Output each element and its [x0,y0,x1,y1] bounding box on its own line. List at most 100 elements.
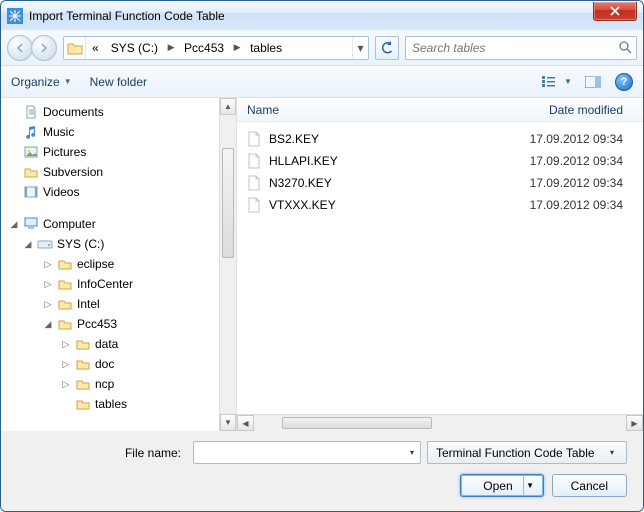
folder-icon [75,396,91,412]
file-row[interactable]: VTXXX.KEY 17.09.2012 09:34 [237,194,643,216]
scroll-down-button[interactable]: ▼ [220,414,236,431]
scroll-left-button[interactable]: ◀ [237,415,254,431]
chevron-down-icon[interactable]: ▾ [404,448,420,457]
tree-item-intel[interactable]: ▷Intel [1,294,236,314]
file-rows[interactable]: BS2.KEY 17.09.2012 09:34 HLLAPI.KEY 17.0… [237,122,643,414]
computer-icon [23,216,39,232]
tree-item-ncp[interactable]: ▷ncp [1,374,236,394]
expand-icon[interactable]: ▷ [43,299,53,310]
file-list: Name Date modified BS2.KEY 17.09.2012 09… [237,98,643,431]
breadcrumb-prefix[interactable]: « [86,41,105,55]
expand-icon[interactable]: ◢ [23,239,33,250]
title-bar[interactable]: Import Terminal Function Code Table [1,1,643,30]
music-icon [23,124,39,140]
expand-icon[interactable]: ◢ [43,319,53,330]
footer: File name: ▾ Terminal Function Code Tabl… [1,431,643,511]
nav-forward-button[interactable] [31,35,57,61]
expand-icon[interactable]: ▷ [61,339,71,350]
body: Documents Music Pictures Subversion Vide… [1,98,643,431]
file-icon [247,197,263,213]
organize-menu[interactable]: Organize▼ [11,75,72,89]
breadcrumb-seg-tables[interactable]: tables [244,41,288,55]
tree-item-drive-sys[interactable]: ◢SYS (C:) [1,234,236,254]
folder-icon [75,336,91,352]
breadcrumb-seg-sys[interactable]: SYS (C:) [105,41,164,55]
tree-item-pcc453[interactable]: ◢Pcc453 [1,314,236,334]
search-input[interactable] [410,40,615,56]
drive-icon [37,236,53,252]
open-split-dropdown[interactable]: ▼ [523,475,537,496]
tree-item-data[interactable]: ▷data [1,334,236,354]
tree-item-infocenter[interactable]: ▷InfoCenter [1,274,236,294]
scroll-thumb[interactable] [282,417,432,429]
folder-icon [57,296,73,312]
tree-item-pictures[interactable]: Pictures [1,142,236,162]
tree-item-documents[interactable]: Documents [1,102,236,122]
tree-item-subversion[interactable]: Subversion [1,162,236,182]
preview-pane-button[interactable] [579,71,607,93]
file-row[interactable]: N3270.KEY 17.09.2012 09:34 [237,172,643,194]
view-mode-button[interactable]: ▼ [537,71,577,93]
file-row[interactable]: BS2.KEY 17.09.2012 09:34 [237,128,643,150]
tree-item-tables[interactable]: ▷tables [1,394,236,414]
nav-tree[interactable]: Documents Music Pictures Subversion Vide… [1,98,237,431]
tree-scrollbar[interactable]: ▲ ▼ [219,98,236,431]
tree-item-eclipse[interactable]: ▷eclipse [1,254,236,274]
cancel-button[interactable]: Cancel [552,474,627,497]
filename-label: File name: [17,446,187,460]
folder-icon [23,164,39,180]
open-button[interactable]: Open ▼ [460,474,543,497]
folder-icon [57,256,73,272]
breadcrumb-seg-pcc453[interactable]: Pcc453 [178,41,230,55]
expand-icon[interactable]: ▷ [43,259,53,270]
file-row[interactable]: HLLAPI.KEY 17.09.2012 09:34 [237,150,643,172]
dialog-window: Import Terminal Function Code Table « SY… [0,0,644,512]
search-box[interactable] [405,36,637,60]
file-icon [247,153,263,169]
tree-item-doc[interactable]: ▷doc [1,354,236,374]
pictures-icon [23,144,39,160]
search-icon [619,41,632,54]
folder-icon [57,276,73,292]
expand-icon[interactable]: ◢ [9,219,19,230]
app-icon [7,8,23,24]
videos-icon [23,184,39,200]
folder-icon [64,37,86,59]
file-icon [247,175,263,191]
file-icon [247,131,263,147]
expand-icon[interactable]: ▷ [43,279,53,290]
window-title: Import Terminal Function Code Table [29,9,225,23]
refresh-button[interactable] [375,36,399,60]
command-bar: Organize▼ New folder ▼ ? [1,66,643,98]
help-button[interactable]: ? [615,73,633,91]
folder-icon [75,356,91,372]
scroll-up-button[interactable]: ▲ [220,98,236,115]
filename-input[interactable] [194,446,404,460]
tree-item-computer[interactable]: ◢Computer [1,214,236,234]
chevron-right-icon[interactable]: ▶ [230,42,244,53]
new-folder-button[interactable]: New folder [90,75,147,89]
chevron-down-icon: ▼ [564,77,572,86]
address-history-dropdown[interactable]: ▾ [352,37,368,59]
scroll-thumb[interactable] [222,148,234,258]
column-name[interactable]: Name [237,103,487,117]
expand-icon[interactable]: ▷ [61,359,71,370]
tree-item-music[interactable]: Music [1,122,236,142]
chevron-down-icon: ▼ [64,77,72,86]
folder-open-icon [57,316,73,332]
filetype-filter[interactable]: Terminal Function Code Table ▾ [427,441,627,464]
column-headers[interactable]: Name Date modified [237,98,643,122]
column-date[interactable]: Date modified [539,103,643,117]
tree-item-videos[interactable]: Videos [1,182,236,202]
nav-row: « SYS (C:)▶ Pcc453▶ tables ▾ [1,30,643,66]
file-hscrollbar[interactable]: ◀ ▶ [237,414,643,431]
filename-combobox[interactable]: ▾ [193,441,421,464]
nav-back-button[interactable] [7,35,33,61]
chevron-down-icon[interactable]: ▾ [604,448,620,457]
chevron-right-icon[interactable]: ▶ [164,42,178,53]
close-button[interactable] [593,2,637,21]
expand-icon[interactable]: ▷ [61,379,71,390]
scroll-right-button[interactable]: ▶ [626,415,643,431]
address-bar[interactable]: « SYS (C:)▶ Pcc453▶ tables ▾ [63,36,369,60]
document-icon [23,104,39,120]
